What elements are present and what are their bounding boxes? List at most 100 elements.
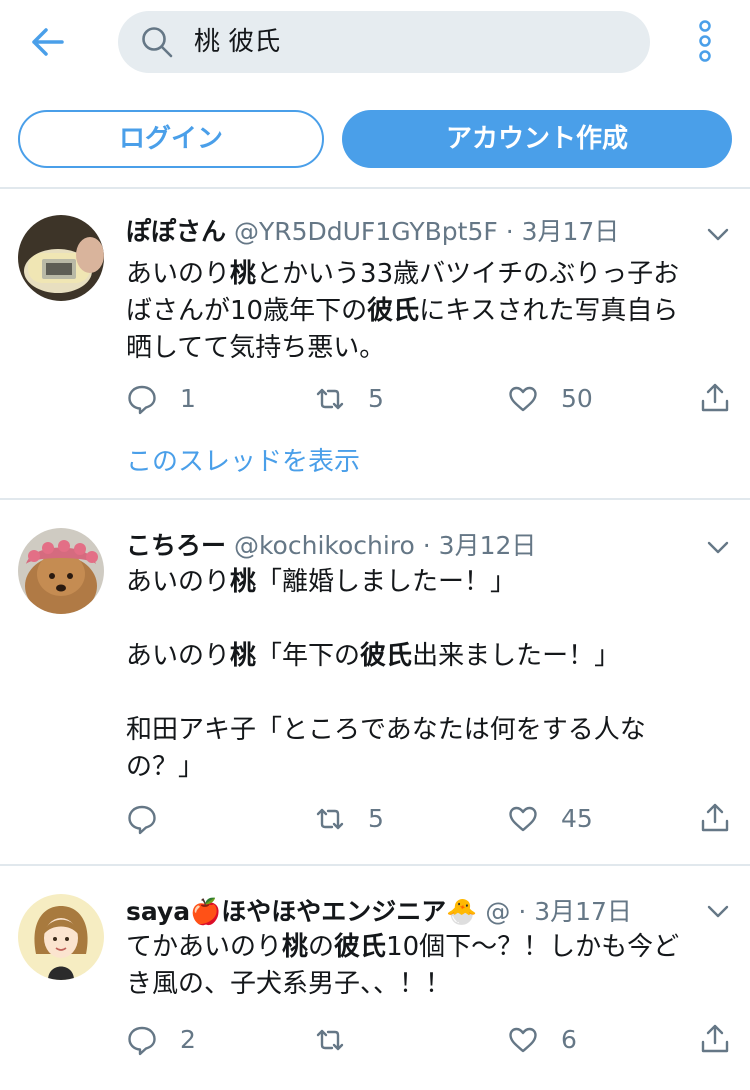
handle: @kochikochiro: [233, 531, 415, 560]
tweet-line: 和田アキ子「ところであなたは何をする人な: [126, 712, 726, 749]
text-segment: 和田アキ子「ところであなたは何をする人な: [126, 715, 646, 745]
reply-count: 2: [180, 1025, 196, 1054]
tweet-line: の？」: [126, 749, 726, 786]
tweet[interactable]: こちろー @kochikochiro · 3月12日 あいのり桃「離婚しましたー…: [0, 500, 750, 864]
like-button[interactable]: 45: [507, 799, 593, 839]
reply-icon: [128, 1026, 156, 1056]
tweet-header: こちろー @kochikochiro · 3月12日: [126, 526, 686, 566]
share-icon[interactable]: [698, 801, 732, 835]
highlighted-term: 彼氏: [360, 641, 413, 671]
text-segment: 出来ましたー！」: [412, 641, 621, 671]
timestamp[interactable]: · 3月17日: [518, 897, 632, 926]
arrow-left-icon: [32, 28, 64, 56]
handle: @YR5DdUF1GYBpt5F: [233, 217, 498, 246]
retweet-icon: [316, 1029, 344, 1051]
text-segment: 「年下の: [256, 641, 361, 671]
more-vertical-icon: [699, 20, 711, 62]
text-segment: 10個下〜？！しかも今ど: [386, 932, 680, 962]
tweet-header: ぽぽさん @YR5DdUF1GYBpt5F · 3月17日: [126, 212, 686, 252]
login-button[interactable]: ログイン: [18, 110, 324, 168]
timestamp[interactable]: · 3月17日: [506, 217, 620, 246]
like-button[interactable]: 6: [507, 1020, 577, 1060]
tweet-line: あいのり桃とかいう33歳バツイチのぶりっ子お: [126, 256, 726, 293]
avatar[interactable]: [18, 894, 104, 980]
display-name[interactable]: ぽぽさん: [126, 217, 226, 246]
retweet-count: 5: [368, 804, 384, 833]
tweet-header: saya🍎ほやほやエンジニア🐣 @ · 3月17日: [126, 892, 686, 932]
text-segment: き風の、子犬系男子、、！！: [126, 969, 452, 999]
text-segment: あいのり: [126, 259, 231, 289]
tweet-line: てかあいのり桃の彼氏10個下〜？！しかも今ど: [126, 929, 726, 966]
search-query: 桃 彼氏: [194, 27, 281, 57]
top-bar: 桃 彼氏: [0, 0, 750, 90]
text-segment: 「離婚しましたー！」: [256, 567, 517, 597]
like-button[interactable]: 50: [507, 379, 593, 419]
tweet-text: あいのり桃「離婚しましたー！」 あいのり桃「年下の彼氏出来ましたー！」 和田アキ子「…: [126, 564, 726, 786]
tweet-line: き風の、子犬系男子、、！！: [126, 966, 726, 1003]
text-segment: 晒してて気持ち悪い。: [126, 333, 386, 363]
tweet-line: あいのり桃「年下の彼氏出来ましたー！」: [126, 638, 726, 675]
tweet-line: あいのり桃「離婚しましたー！」: [126, 564, 726, 601]
back-button[interactable]: [26, 22, 70, 62]
tweet[interactable]: saya🍎ほやほやエンジニア🐣 @ · 3月17日 てかあいのり桃の彼氏10個下…: [0, 866, 750, 1090]
heart-icon: [509, 386, 537, 412]
like-count: 6: [561, 1025, 577, 1054]
chevron-down-icon[interactable]: [704, 220, 732, 248]
avatar[interactable]: [18, 215, 104, 301]
reply-icon: [128, 805, 156, 835]
text-segment: の: [308, 932, 335, 962]
tweet-line: 晒してて気持ち悪い。: [126, 330, 726, 367]
text-segment: あいのり: [126, 567, 231, 597]
retweet-count: 5: [368, 384, 384, 413]
text-segment: てかあいのり: [126, 932, 283, 962]
retweet-icon: [316, 808, 344, 830]
like-count: 50: [561, 384, 593, 413]
tweet-actions: 5 45: [0, 799, 750, 839]
handle: @: [485, 897, 511, 926]
display-name[interactable]: saya🍎ほやほやエンジニア🐣: [126, 897, 477, 926]
share-icon[interactable]: [698, 1022, 732, 1056]
heart-icon: [509, 1027, 537, 1053]
text-segment: とかいう33歳バツイチのぶりっ子お: [256, 259, 680, 289]
chevron-down-icon[interactable]: [704, 897, 732, 925]
signup-button[interactable]: アカウント作成: [342, 110, 732, 168]
text-segment: の？」: [126, 752, 205, 782]
avatar[interactable]: [18, 528, 104, 614]
highlighted-term: 彼氏: [367, 296, 420, 326]
reply-button[interactable]: 1: [126, 379, 196, 419]
auth-buttons: ログイン アカウント作成: [0, 110, 750, 168]
highlighted-term: 桃: [230, 259, 257, 289]
timestamp[interactable]: · 3月12日: [423, 531, 537, 560]
show-thread-link[interactable]: このスレッドを表示: [126, 444, 360, 480]
search-input[interactable]: 桃 彼氏: [118, 11, 650, 73]
reply-count: 1: [180, 384, 196, 413]
chevron-down-icon[interactable]: [704, 533, 732, 561]
retweet-button[interactable]: 5: [314, 799, 384, 839]
retweet-button[interactable]: [314, 1020, 368, 1060]
reply-icon: [128, 385, 156, 415]
highlighted-term: 彼氏: [334, 932, 387, 962]
tweet-text: てかあいのり桃の彼氏10個下〜？！しかも今ど き風の、子犬系男子、、！！: [126, 929, 726, 1003]
display-name[interactable]: こちろー: [126, 531, 226, 560]
tweet[interactable]: ぽぽさん @YR5DdUF1GYBpt5F · 3月17日 あいのり桃とかいう3…: [0, 189, 750, 498]
tweet-actions: 1 5 50: [0, 379, 750, 419]
highlighted-term: 桃: [282, 932, 309, 962]
text-segment: あいのり: [126, 641, 231, 671]
like-count: 45: [561, 804, 593, 833]
retweet-icon: [316, 388, 344, 410]
search-icon: [142, 27, 173, 58]
highlighted-term: 桃: [230, 567, 257, 597]
reply-button[interactable]: 2: [126, 1020, 196, 1060]
highlighted-term: 桃: [230, 641, 257, 671]
heart-icon: [509, 806, 537, 832]
text-segment: にキスされた写真自ら: [419, 296, 679, 326]
tweet-text: あいのり桃とかいう33歳バツイチのぶりっ子お ばさんが10歳年下の彼氏にキスされた…: [126, 256, 726, 367]
reply-button[interactable]: [126, 799, 180, 839]
share-icon[interactable]: [698, 381, 732, 415]
more-options-button[interactable]: [692, 18, 718, 64]
tweet-line: ばさんが10歳年下の彼氏にキスされた写真自ら: [126, 293, 726, 330]
retweet-button[interactable]: 5: [314, 379, 384, 419]
text-segment: ばさんが10歳年下の: [126, 296, 368, 326]
